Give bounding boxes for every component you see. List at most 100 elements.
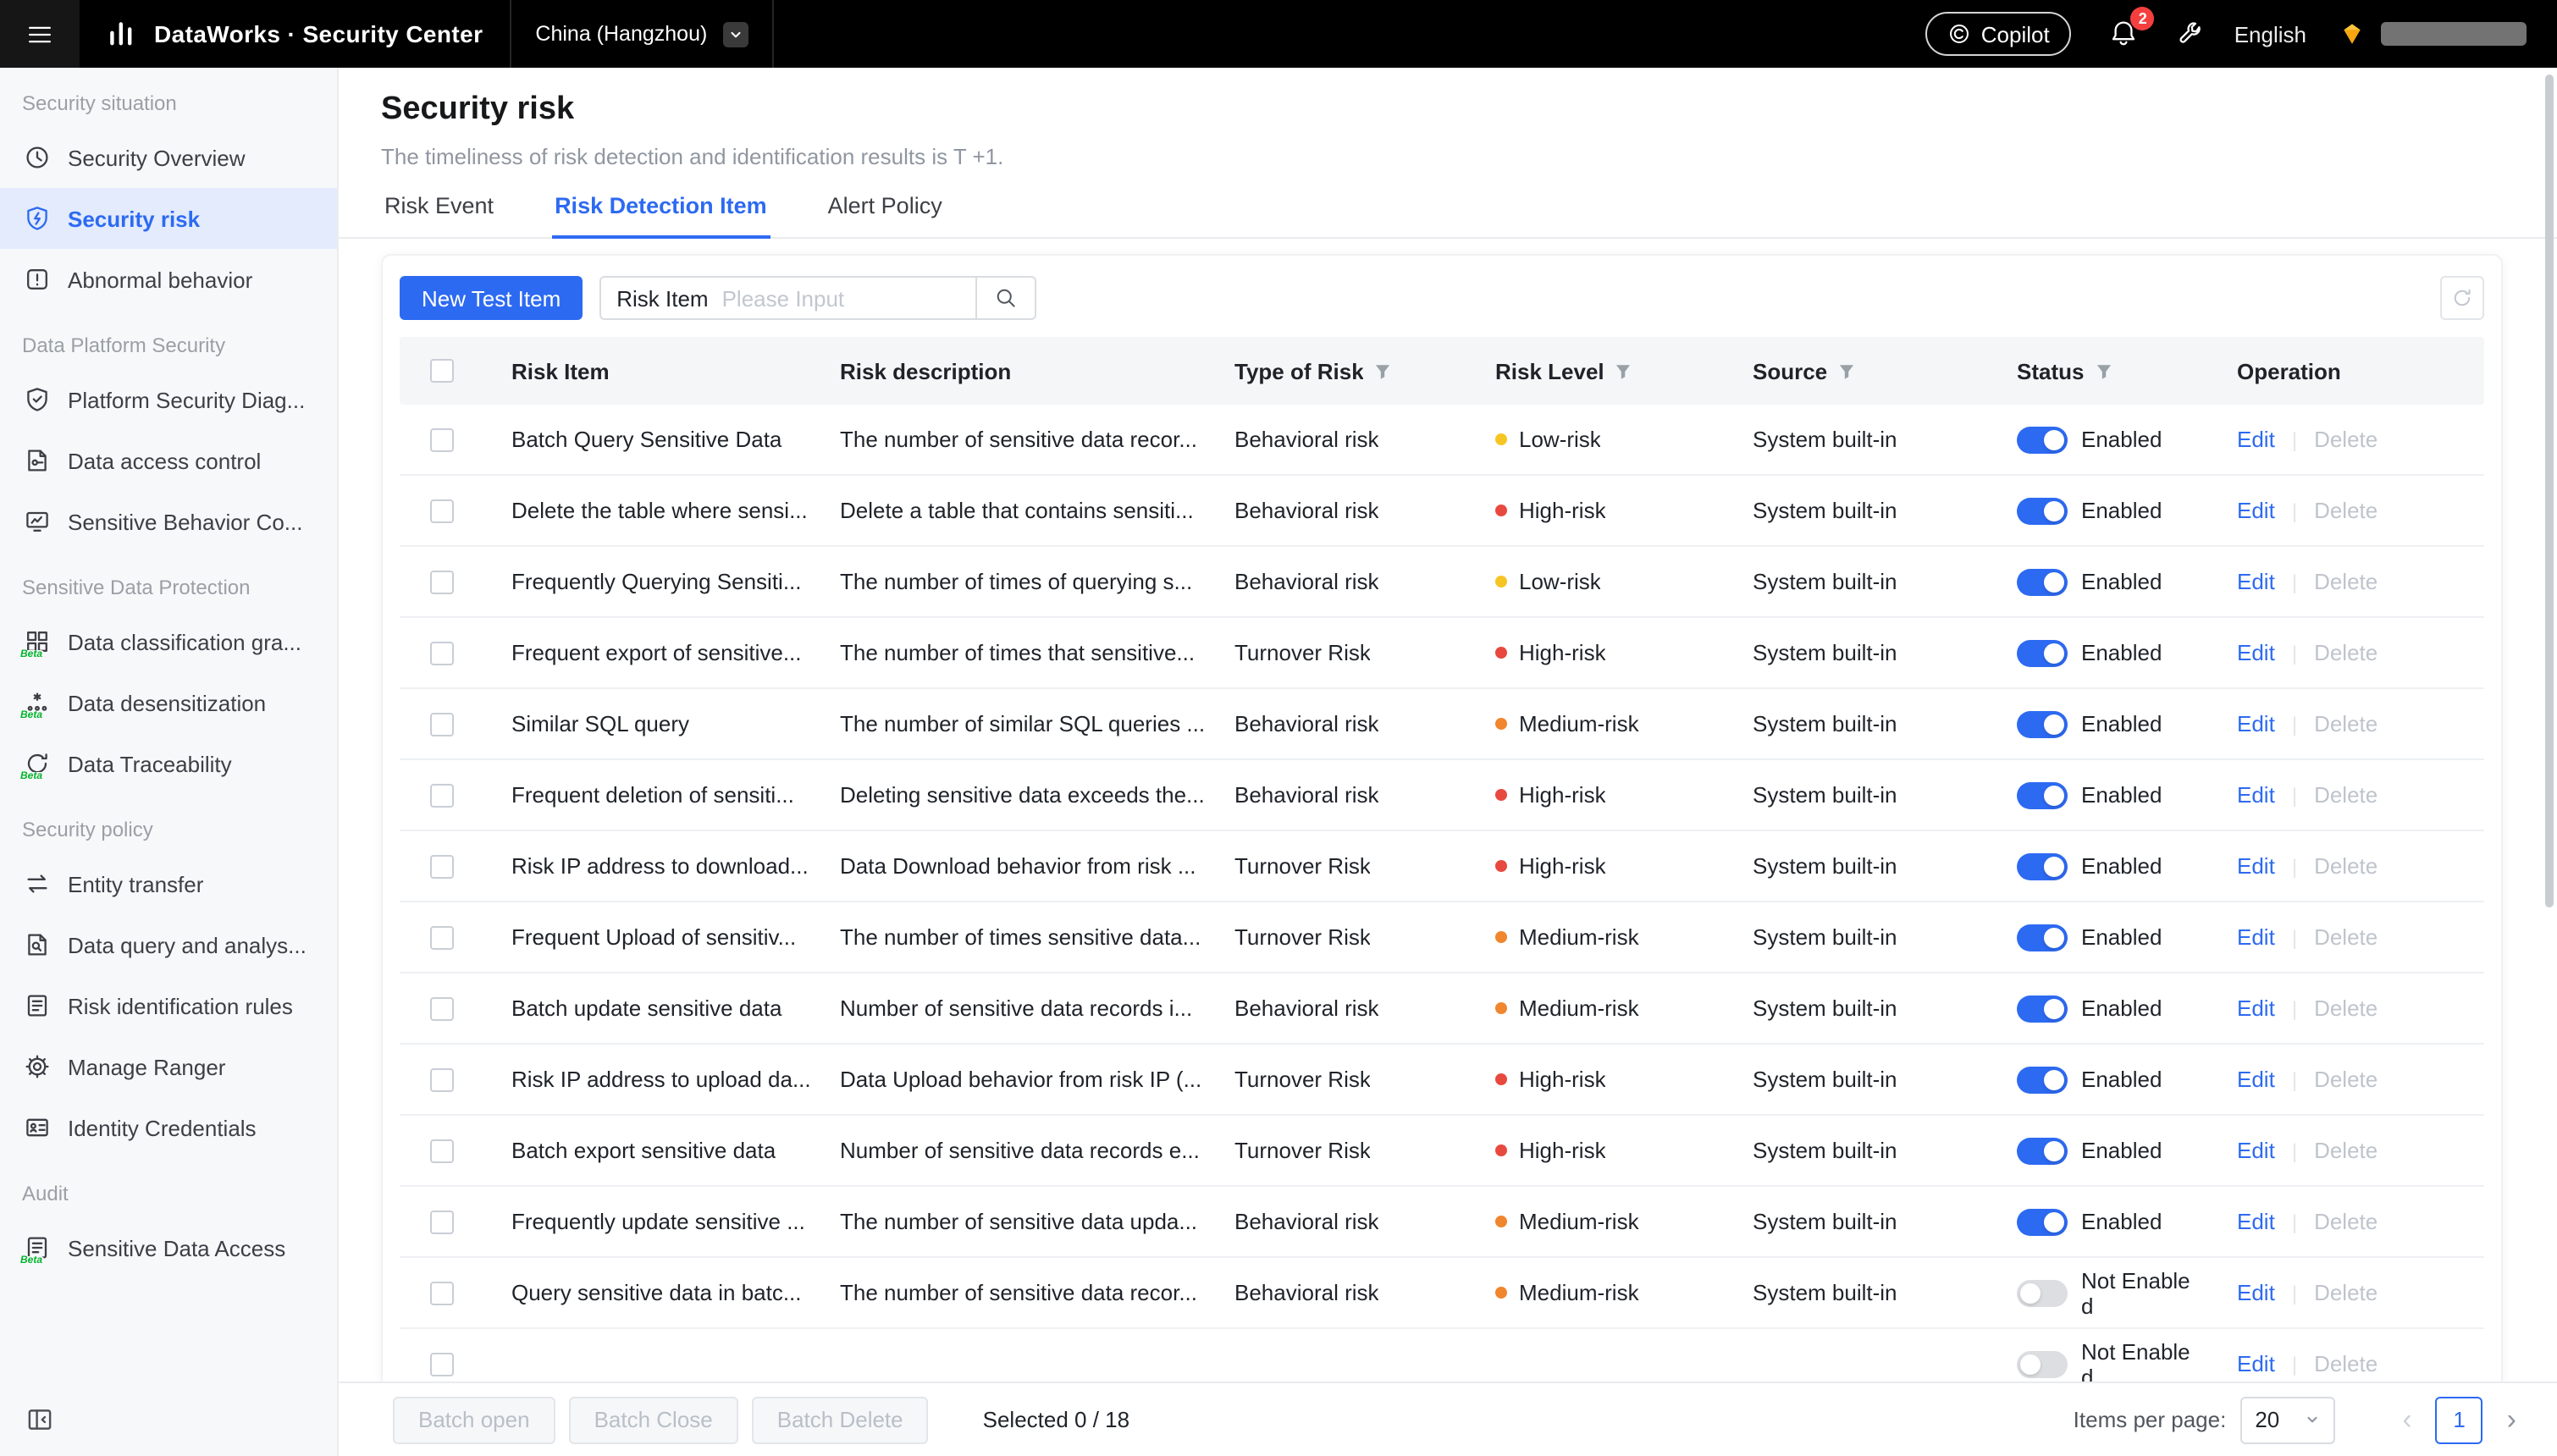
edit-link[interactable]: Edit [2237,640,2275,665]
tab-alert-policy[interactable]: Alert Policy [825,193,946,237]
status-toggle[interactable] [2017,1137,2068,1164]
row-checkbox[interactable] [430,1281,454,1304]
filter-icon[interactable] [1615,361,1633,380]
delete-link[interactable]: Delete [2314,427,2378,452]
filter-icon[interactable] [1837,361,1856,380]
delete-link[interactable]: Delete [2314,711,2378,736]
row-checkbox[interactable] [430,499,454,522]
sidebar-item-security-risk[interactable]: Security risk [0,188,337,249]
sidebar-item-risk-identification-rules[interactable]: Risk identification rules [0,975,337,1036]
batch-close-button[interactable]: Batch Close [569,1396,738,1443]
row-checkbox[interactable] [430,641,454,665]
row-checkbox[interactable] [430,1210,454,1233]
delete-link[interactable]: Delete [2314,640,2378,665]
member-level-icon[interactable] [2337,19,2367,49]
row-checkbox[interactable] [430,1067,454,1091]
delete-link[interactable]: Delete [2314,498,2378,523]
delete-link[interactable]: Delete [2314,1138,2378,1163]
sidebar-item-data-classification-gra[interactable]: BetaData classification gra... [0,611,337,672]
filter-icon[interactable] [1374,361,1393,380]
row-checkbox[interactable] [430,925,454,949]
edit-link[interactable]: Edit [2237,498,2275,523]
language-selector[interactable]: English [2234,21,2306,47]
copilot-button[interactable]: Copilot [1925,12,2072,56]
sidebar-item-security-overview[interactable]: Security Overview [0,127,337,188]
row-checkbox[interactable] [430,712,454,736]
status-toggle[interactable] [2017,1066,2068,1093]
status-toggle[interactable] [2017,995,2068,1022]
items-per-page-select[interactable]: 20 [2239,1396,2334,1443]
edit-link[interactable]: Edit [2237,924,2275,950]
status-toggle[interactable] [2017,1208,2068,1235]
status-toggle[interactable] [2017,924,2068,951]
tab-risk-detection-item[interactable]: Risk Detection Item [551,193,770,237]
next-page-button[interactable]: › [2507,1405,2516,1434]
search-box[interactable]: Risk Item [599,276,975,320]
menu-button[interactable] [0,0,80,68]
delete-link[interactable]: Delete [2314,782,2378,808]
status-toggle[interactable] [2017,1350,2068,1377]
select-all-checkbox[interactable] [430,359,454,383]
status-toggle[interactable] [2017,1279,2068,1306]
prev-page-button[interactable]: ‹ [2402,1405,2411,1434]
delete-link[interactable]: Delete [2314,1209,2378,1234]
status-toggle[interactable] [2017,852,2068,880]
delete-link[interactable]: Delete [2314,1280,2378,1305]
edit-link[interactable]: Edit [2237,1280,2275,1305]
refresh-button[interactable] [2440,276,2484,320]
sidebar-item-data-desensitization[interactable]: BetaData desensitization [0,672,337,733]
edit-link[interactable]: Edit [2237,1351,2275,1376]
row-checkbox[interactable] [430,783,454,807]
edit-link[interactable]: Edit [2237,995,2275,1021]
status-toggle[interactable] [2017,639,2068,666]
row-checkbox[interactable] [430,1352,454,1376]
row-checkbox[interactable] [430,427,454,451]
sidebar-item-sensitive-behavior-co[interactable]: Sensitive Behavior Co... [0,491,337,552]
status-toggle[interactable] [2017,426,2068,453]
filter-icon[interactable] [2094,361,2112,380]
tab-risk-event[interactable]: Risk Event [381,193,497,237]
delete-link[interactable]: Delete [2314,1067,2378,1092]
page-scrollbar[interactable] [2545,74,2554,907]
search-button[interactable] [975,276,1036,320]
sidebar-item-sensitive-data-access[interactable]: BetaSensitive Data Access [0,1217,337,1278]
batch-open-button[interactable]: Batch open [393,1396,555,1443]
delete-link[interactable]: Delete [2314,569,2378,594]
current-page[interactable]: 1 [2436,1396,2483,1443]
sidebar-item-data-traceability[interactable]: BetaData Traceability [0,733,337,794]
region-selector[interactable]: China (Hangzhou) [510,0,773,68]
row-checkbox[interactable] [430,1139,454,1162]
delete-link[interactable]: Delete [2314,1351,2378,1376]
sidebar-item-manage-ranger[interactable]: Manage Ranger [0,1036,337,1097]
batch-delete-button[interactable]: Batch Delete [752,1396,929,1443]
search-input[interactable] [722,285,961,311]
collapse-sidebar-button[interactable] [25,1404,54,1433]
status-toggle[interactable] [2017,710,2068,737]
row-checkbox[interactable] [430,996,454,1020]
status-toggle[interactable] [2017,781,2068,808]
delete-link[interactable]: Delete [2314,924,2378,950]
row-checkbox[interactable] [430,854,454,878]
edit-link[interactable]: Edit [2237,569,2275,594]
delete-link[interactable]: Delete [2314,995,2378,1021]
account-name-masked[interactable] [2381,22,2527,46]
edit-link[interactable]: Edit [2237,1067,2275,1092]
row-checkbox[interactable] [430,570,454,593]
status-toggle[interactable] [2017,568,2068,595]
edit-link[interactable]: Edit [2237,782,2275,808]
sidebar-item-abnormal-behavior[interactable]: Abnormal behavior [0,249,337,310]
edit-link[interactable]: Edit [2237,427,2275,452]
sidebar-item-data-query-and-analys[interactable]: Data query and analys... [0,914,337,975]
status-toggle[interactable] [2017,497,2068,524]
new-test-item-button[interactable]: New Test Item [400,276,583,320]
sidebar-item-entity-transfer[interactable]: Entity transfer [0,853,337,914]
edit-link[interactable]: Edit [2237,711,2275,736]
sidebar-item-platform-security-diag[interactable]: Platform Security Diag... [0,369,337,430]
edit-link[interactable]: Edit [2237,1138,2275,1163]
notifications-button[interactable]: 2 [2109,19,2140,49]
sidebar-item-identity-credentials[interactable]: Identity Credentials [0,1097,337,1158]
tools-button[interactable] [2177,20,2204,47]
delete-link[interactable]: Delete [2314,853,2378,879]
sidebar-item-data-access-control[interactable]: Data access control [0,430,337,491]
edit-link[interactable]: Edit [2237,1209,2275,1234]
